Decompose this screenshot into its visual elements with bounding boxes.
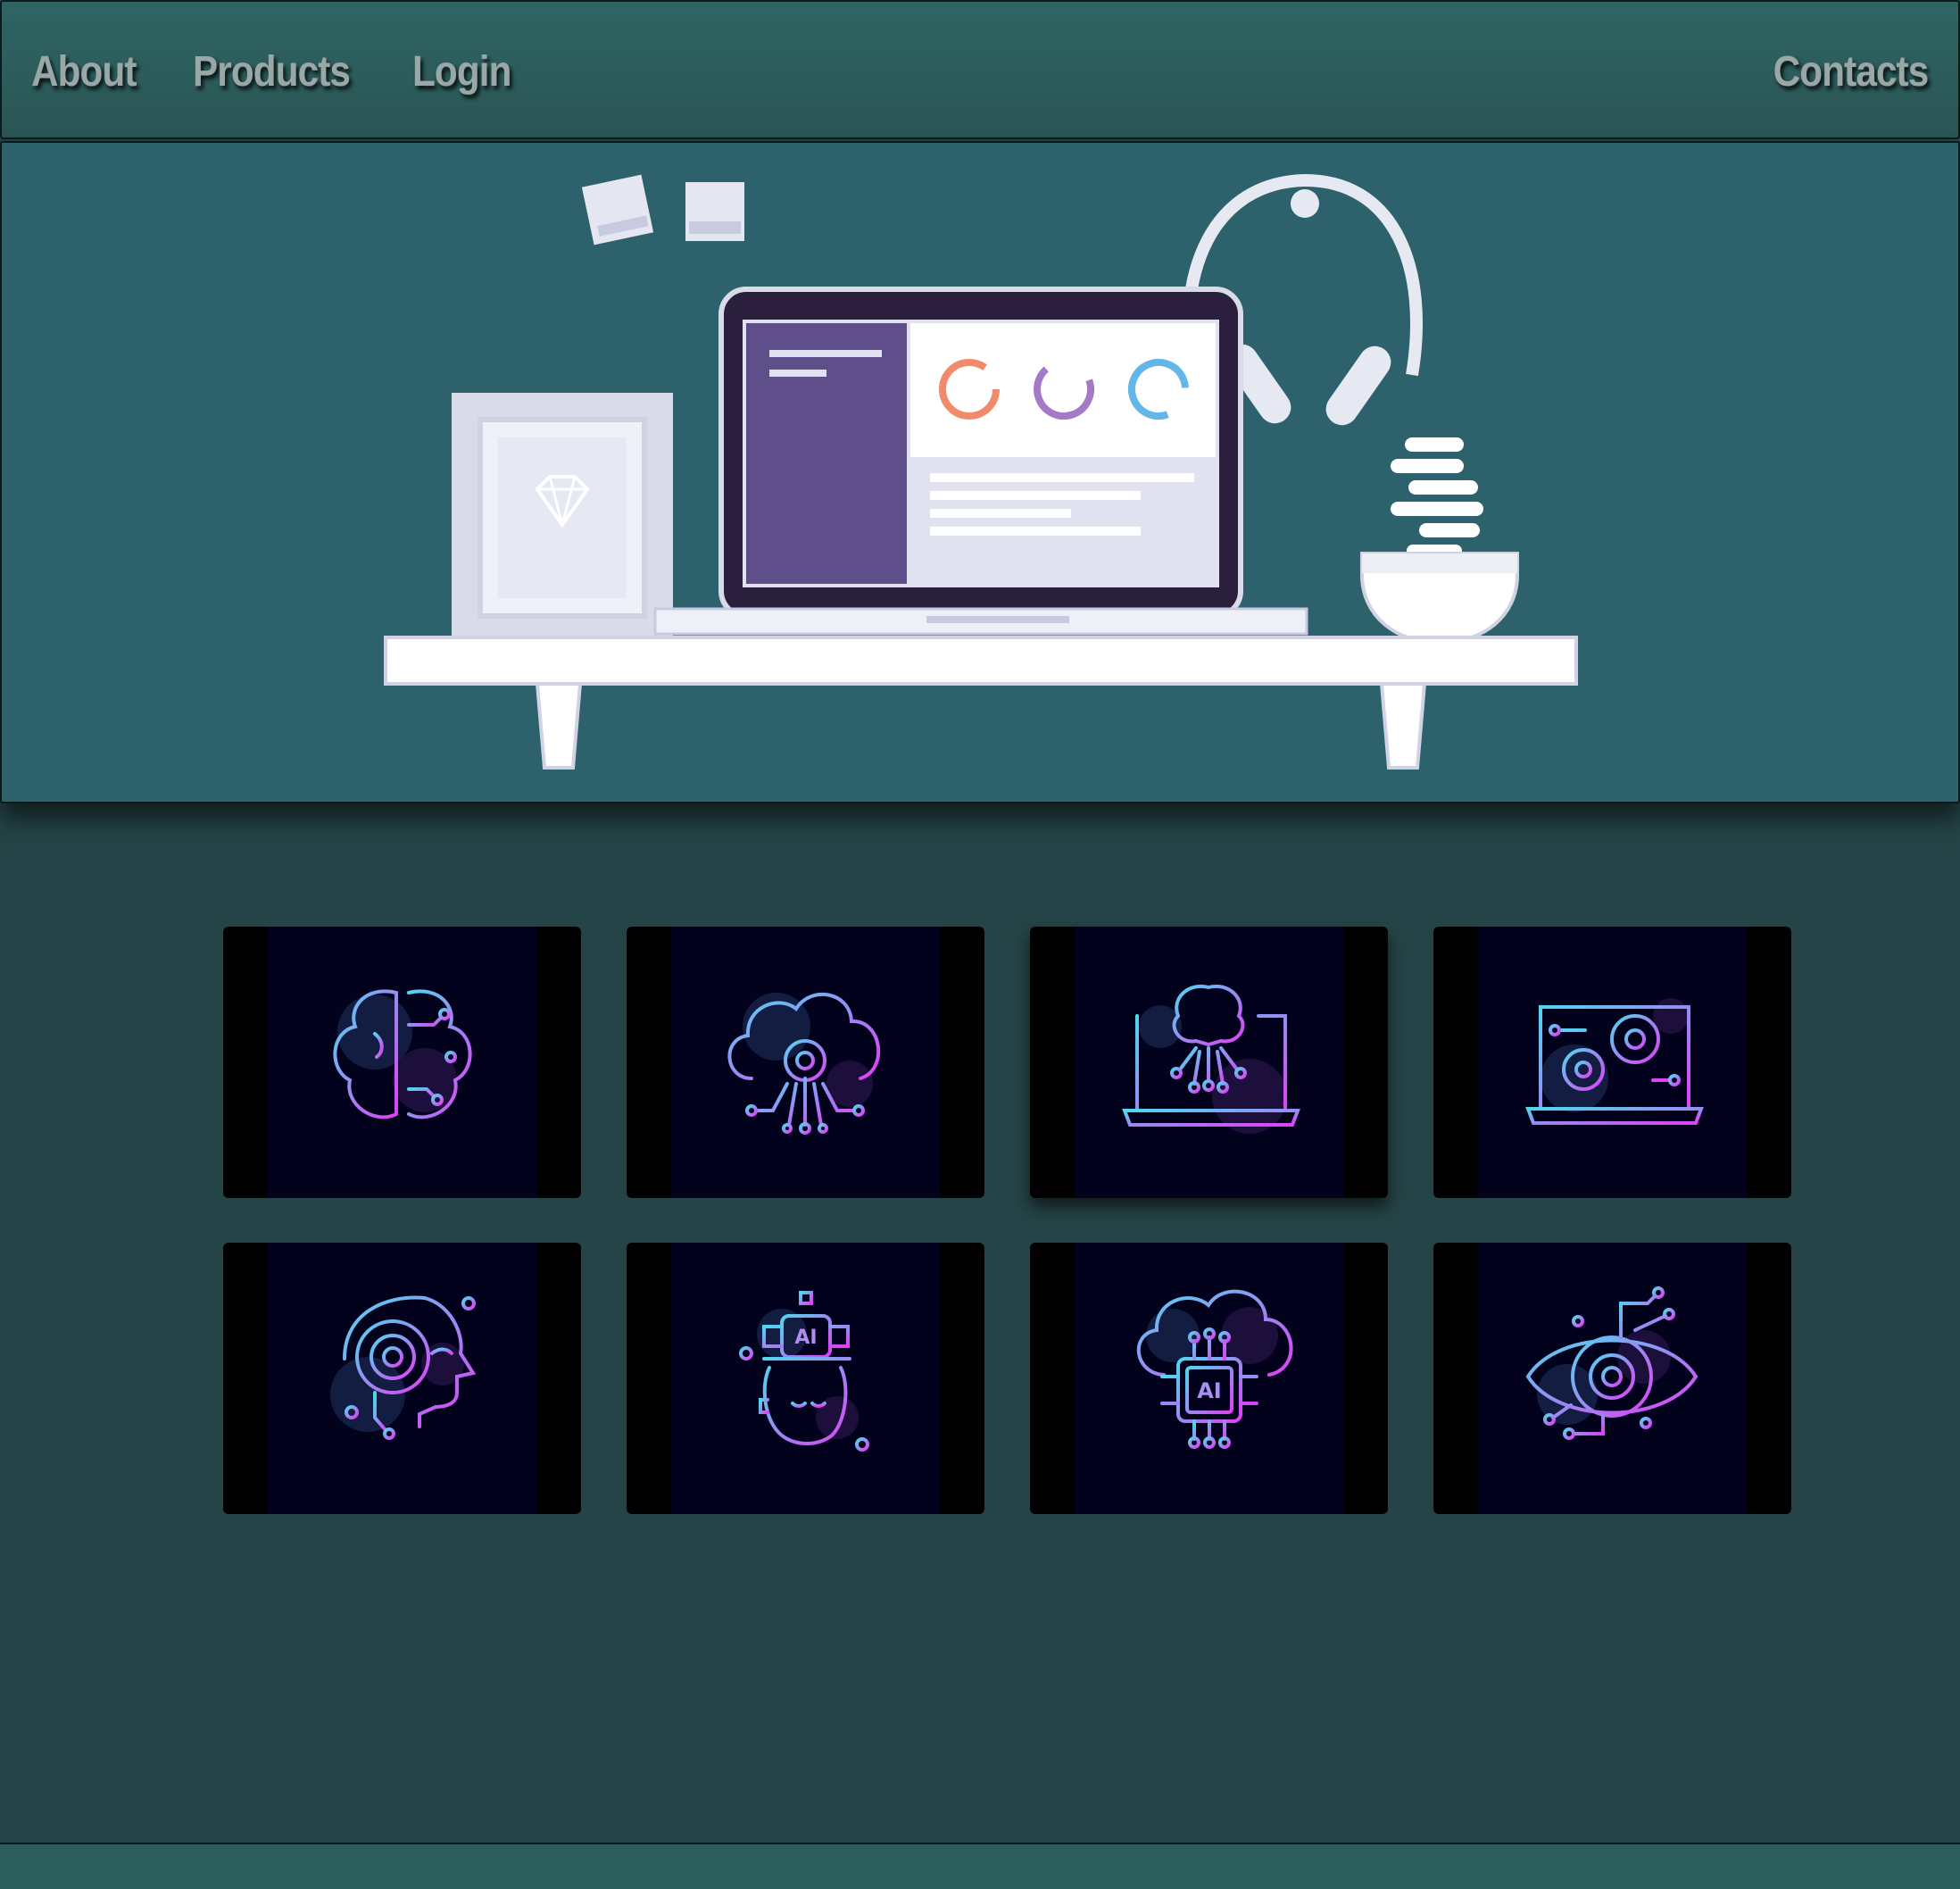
nav-about-link[interactable]: About: [31, 41, 137, 104]
product-card[interactable]: AI: [1030, 1243, 1388, 1514]
floating-squares-icon: [581, 174, 744, 245]
human-head-ai-chip-icon: AI: [739, 1291, 869, 1452]
robot-head-icon: [330, 1295, 477, 1440]
card-image: [1478, 927, 1747, 1198]
card-image: [1075, 927, 1343, 1198]
page: About Products Login Contacts AI AI: [0, 0, 1960, 1889]
workspace-illustration: [384, 173, 1578, 770]
nav-login-link[interactable]: Login: [412, 41, 511, 104]
svg-text:AI: AI: [794, 1327, 817, 1349]
footer-bar: [0, 1843, 1960, 1889]
hero-banner: [0, 141, 1960, 803]
nav-contacts-link[interactable]: Contacts: [1773, 41, 1929, 104]
eye-gear-icon: [1525, 1286, 1698, 1440]
card-image: [268, 927, 536, 1198]
laptop-icon: [653, 287, 1308, 636]
product-card[interactable]: [1030, 927, 1388, 1198]
cloud-ai-chip-icon: AI: [1136, 1289, 1293, 1449]
shelf-icon: [384, 636, 1578, 770]
card-image: [671, 927, 940, 1198]
card-image: AI: [671, 1243, 940, 1514]
card-image: [268, 1243, 536, 1514]
laptop-brain-icon: [1122, 984, 1300, 1134]
card-image: [1478, 1243, 1747, 1514]
product-card[interactable]: [1433, 927, 1791, 1198]
product-card[interactable]: [223, 927, 581, 1198]
steaming-bowl-icon: [1360, 437, 1519, 645]
product-card[interactable]: AI: [627, 1243, 984, 1514]
cloud-gear-network-icon: [727, 993, 881, 1135]
product-card[interactable]: [627, 927, 984, 1198]
laptop-gears-icon: [1525, 998, 1704, 1125]
top-navbar: About Products Login Contacts: [0, 0, 1960, 139]
diamond-frame-icon: [452, 393, 673, 645]
ai-brain-circuit-icon: [333, 989, 472, 1119]
svg-text:AI: AI: [1197, 1378, 1222, 1403]
product-card[interactable]: [223, 1243, 581, 1514]
product-card[interactable]: [1433, 1243, 1791, 1514]
card-image: AI: [1075, 1243, 1343, 1514]
nav-products-link[interactable]: Products: [193, 41, 351, 104]
